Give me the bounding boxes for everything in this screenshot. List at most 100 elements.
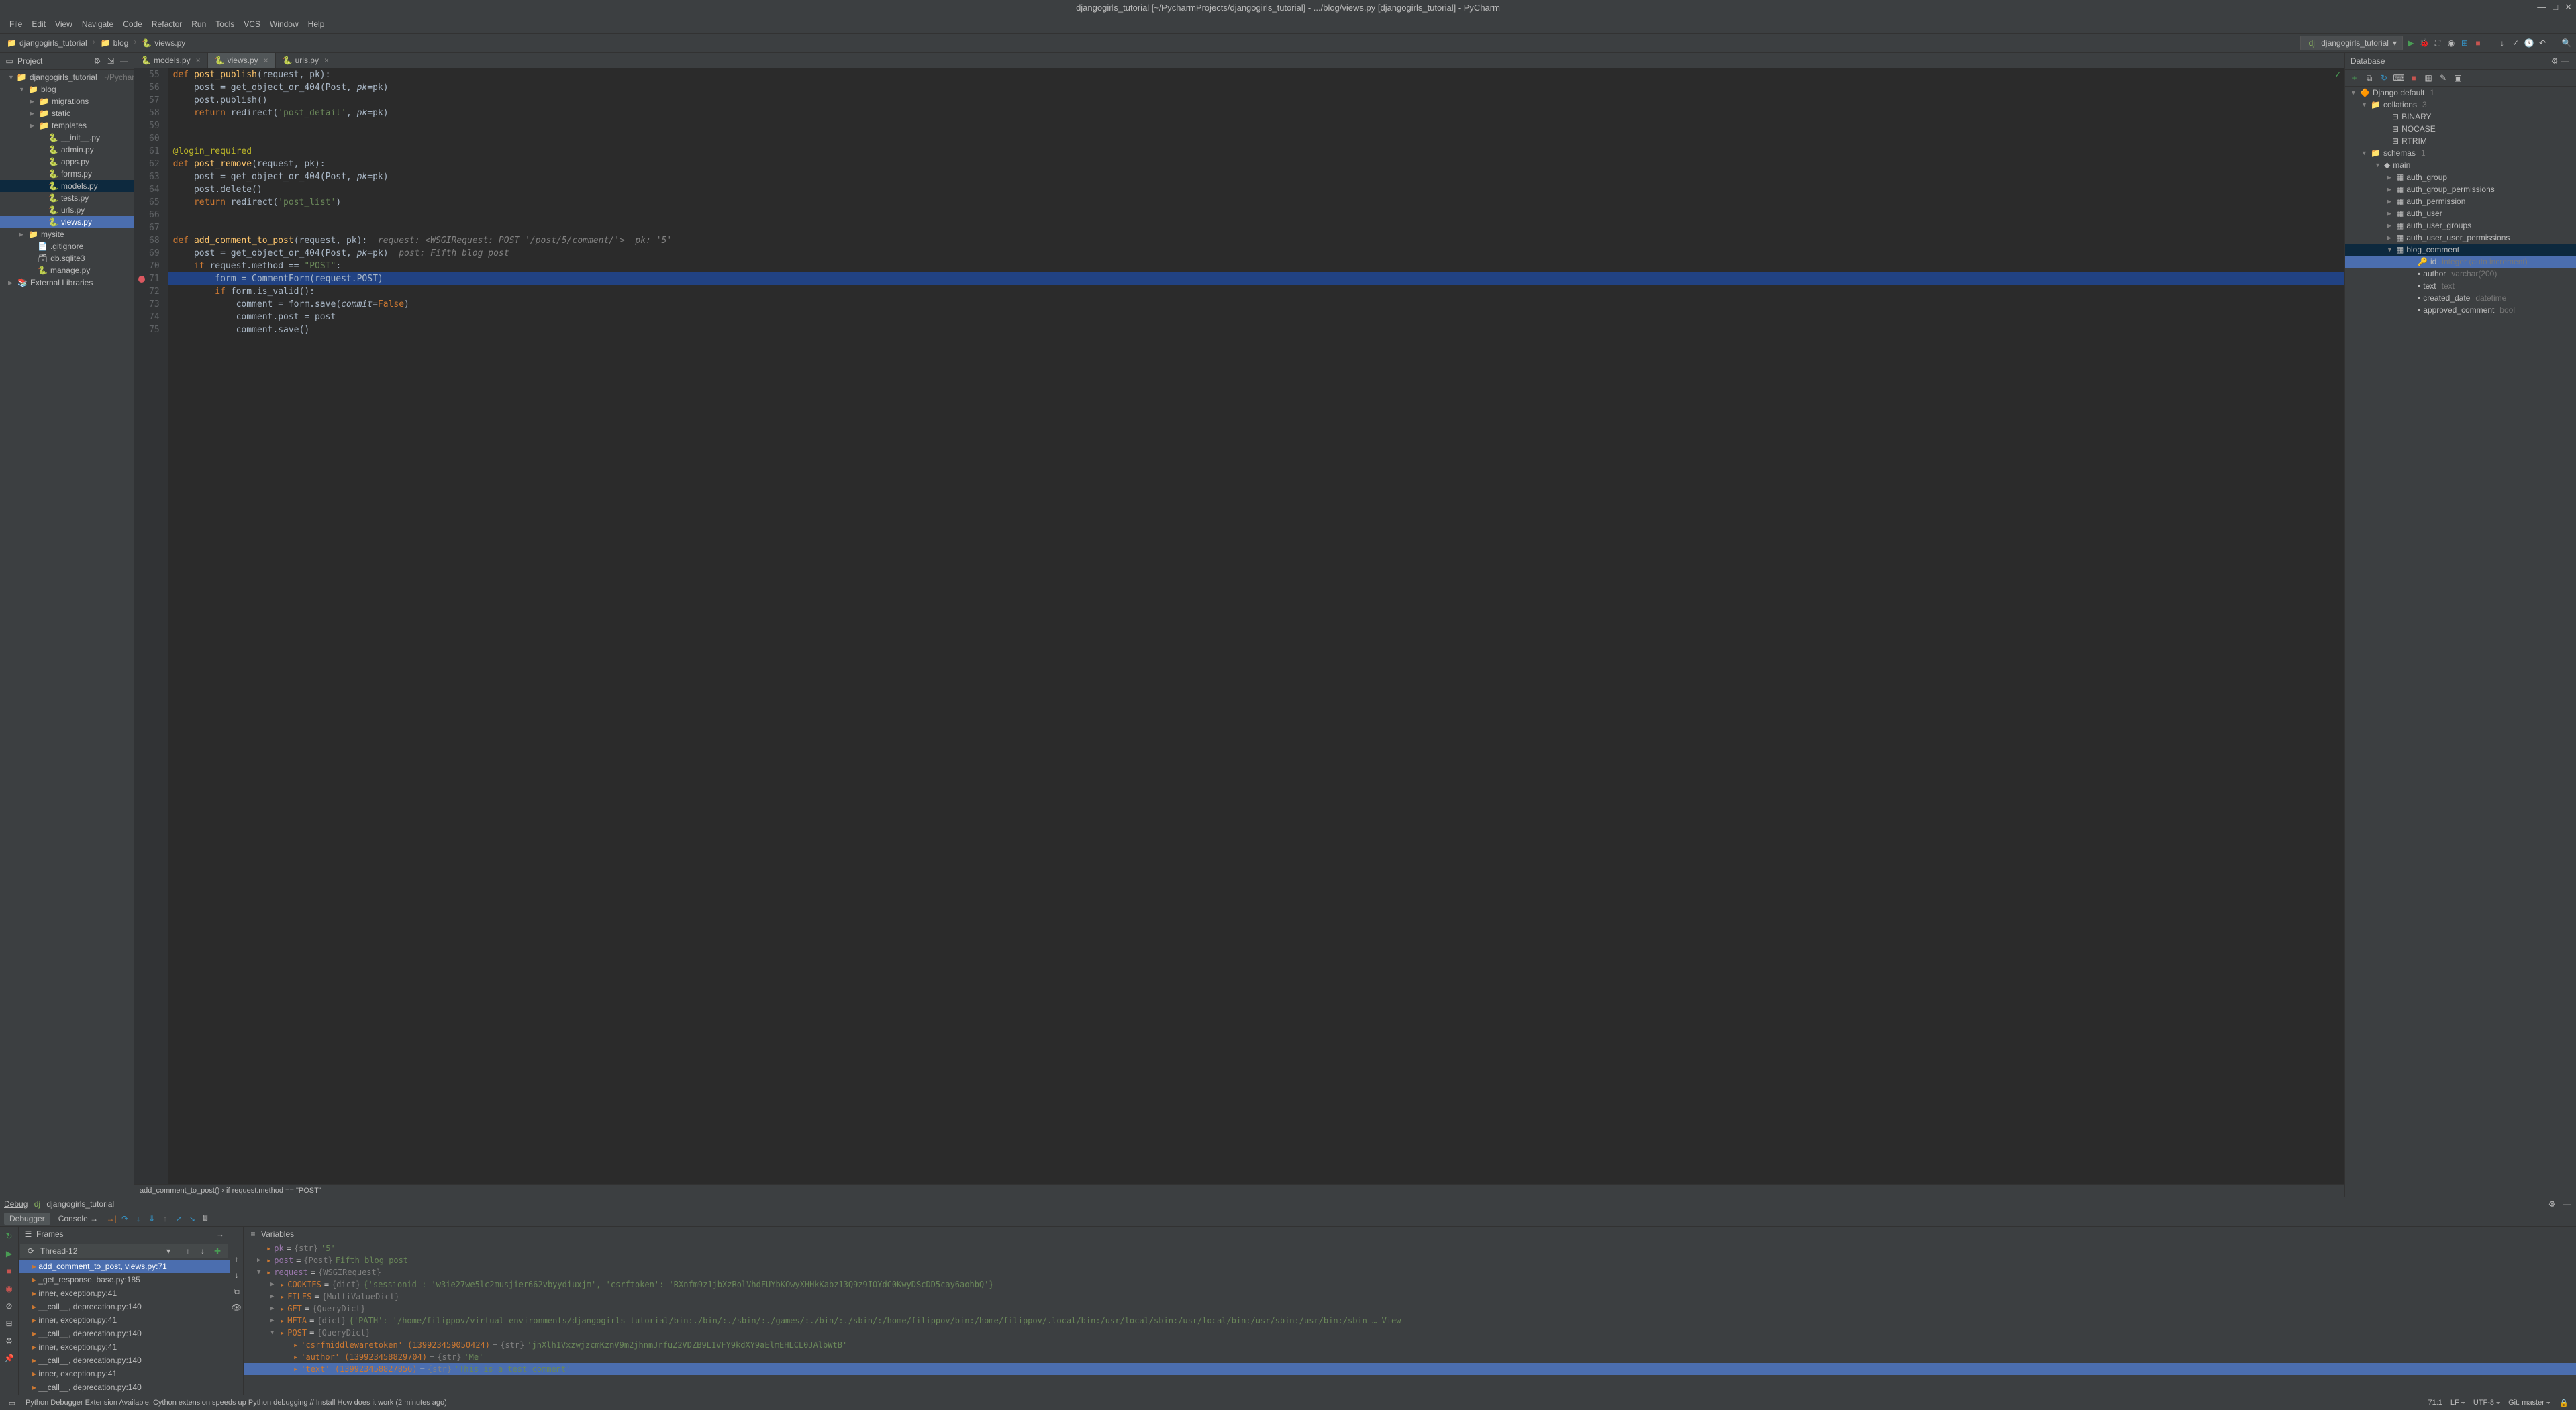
code-line[interactable]: if form.is_valid():: [168, 285, 2344, 298]
db-tree-row[interactable]: 🔑idinteger (auto increment): [2345, 256, 2576, 268]
tree-arrow-icon[interactable]: ▶: [270, 1305, 277, 1312]
gear-icon[interactable]: ⚙: [2546, 1199, 2557, 1209]
frame-row[interactable]: ▸ add_comment_to_post, views.py:71: [19, 1260, 230, 1273]
line-number[interactable]: 70: [138, 260, 160, 272]
menu-item-vcs[interactable]: VCS: [240, 18, 264, 30]
tree-row[interactable]: 🐍models.py: [0, 180, 134, 192]
var-row[interactable]: ▸ 'author' (139923458829704) = {str} 'Me…: [244, 1351, 2576, 1363]
tree-row[interactable]: 🐍tests.py: [0, 192, 134, 204]
update-icon[interactable]: ↓: [2497, 38, 2508, 48]
debugger-tab[interactable]: Debugger: [4, 1213, 50, 1225]
menu-item-window[interactable]: Window: [266, 18, 303, 30]
db-tree-row[interactable]: ⊟RTRIM: [2345, 135, 2576, 147]
thread-selector[interactable]: ⟳ Thread-12 ▾ ↑ ↓ ✚: [20, 1244, 228, 1258]
code-line[interactable]: if request.method == "POST":: [168, 260, 2344, 272]
profile-icon[interactable]: ◉: [2446, 38, 2457, 48]
tree-row[interactable]: 🐍forms.py: [0, 168, 134, 180]
lock-icon[interactable]: 🔒: [2559, 1397, 2569, 1408]
code-line[interactable]: post = get_object_or_404(Post, pk=pk) po…: [168, 247, 2344, 260]
search-icon[interactable]: 🔍: [2561, 38, 2572, 48]
tree-row[interactable]: 🐍views.py: [0, 216, 134, 228]
encoding[interactable]: UTF-8 ÷: [2473, 1399, 2500, 1407]
breakpoint-icon[interactable]: [138, 276, 145, 283]
tree-arrow-icon[interactable]: ▶: [2387, 234, 2393, 242]
menu-item-run[interactable]: Run: [187, 18, 210, 30]
coverage-icon[interactable]: ⛶: [2432, 38, 2443, 48]
gutter[interactable]: 5556575859606162636465666768697071727374…: [134, 68, 168, 1184]
db-tree-row[interactable]: ▶▦auth_user_user_permissions: [2345, 232, 2576, 244]
step-over-icon[interactable]: ↷: [119, 1213, 130, 1224]
run-config-selector[interactable]: dj djangogirls_tutorial ▾: [2300, 36, 2403, 50]
menu-item-view[interactable]: View: [51, 18, 77, 30]
tree-arrow-icon[interactable]: ▶: [30, 122, 36, 130]
rerun-icon[interactable]: ↻: [4, 1231, 15, 1242]
frame-list[interactable]: ▸ add_comment_to_post, views.py:71▸ _get…: [19, 1260, 230, 1395]
frame-row[interactable]: ▸ __call__, deprecation.py:140: [19, 1380, 230, 1394]
db-tree-row[interactable]: ⊟NOCASE: [2345, 123, 2576, 135]
down-icon[interactable]: ↓: [232, 1270, 242, 1280]
settings-icon[interactable]: ⚙: [4, 1336, 15, 1346]
breadcrumb-item[interactable]: 🐍views.py: [139, 37, 188, 49]
tree-row[interactable]: 🐍admin.py: [0, 144, 134, 156]
code-line[interactable]: comment.save(): [168, 323, 2344, 336]
editor-tab[interactable]: 🐍models.py×: [134, 53, 208, 68]
tree-arrow-icon[interactable]: ▼: [2350, 89, 2357, 96]
line-number[interactable]: 64: [138, 183, 160, 196]
db-tree-row[interactable]: ▶▦auth_user_groups: [2345, 219, 2576, 232]
hide-icon[interactable]: →: [215, 1229, 226, 1240]
tree-arrow-icon[interactable]: ▼: [8, 74, 14, 81]
code-line[interactable]: post = get_object_or_404(Post, pk=pk): [168, 81, 2344, 94]
var-row[interactable]: ▶▸ GET = {QueryDict}: [244, 1303, 2576, 1315]
tree-row[interactable]: ▼📁blog: [0, 83, 134, 95]
tree-arrow-icon[interactable]: ▶: [2387, 210, 2393, 217]
code-line[interactable]: [168, 132, 2344, 145]
editor-tab[interactable]: 🐍views.py×: [208, 53, 276, 68]
database-tree[interactable]: ▼🔶Django default1▼📁collations3⊟BINARY⊟NO…: [2345, 87, 2576, 1197]
debug-icon[interactable]: 🐞: [2419, 38, 2430, 48]
line-number[interactable]: 74: [138, 311, 160, 323]
tree-row[interactable]: 🐍__init__.py: [0, 132, 134, 144]
tree-row[interactable]: 📄.gitignore: [0, 240, 134, 252]
watch-icon[interactable]: 👁: [232, 1302, 242, 1313]
frame-row[interactable]: ▸ __call__, deprecation.py:140: [19, 1354, 230, 1367]
db-tree-row[interactable]: ▪authorvarchar(200): [2345, 268, 2576, 280]
code-line[interactable]: post.publish(): [168, 94, 2344, 107]
restore-layout-icon[interactable]: ⊞: [4, 1318, 15, 1329]
tree-row[interactable]: ▶📁mysite: [0, 228, 134, 240]
db-tree-row[interactable]: ⊟BINARY: [2345, 111, 2576, 123]
menu-item-refactor[interactable]: Refactor: [148, 18, 186, 30]
tree-row[interactable]: 🐍urls.py: [0, 204, 134, 216]
frame-row[interactable]: ▸ __call__, deprecation.py:140: [19, 1300, 230, 1313]
tree-arrow-icon[interactable]: ▼: [257, 1269, 264, 1276]
table-icon[interactable]: ▦: [2423, 72, 2434, 83]
concurrency-icon[interactable]: ⊞: [2459, 38, 2470, 48]
db-tree-row[interactable]: ▼📁schemas1: [2345, 147, 2576, 159]
close-tab-icon[interactable]: ×: [196, 56, 201, 65]
code-line[interactable]: form = CommentForm(request.POST): [168, 272, 2344, 285]
tree-row[interactable]: ▶📚External Libraries: [0, 276, 134, 289]
frame-row[interactable]: ▸ inner, exception.py:41: [19, 1340, 230, 1354]
mute-bp-icon[interactable]: ⊘: [4, 1301, 15, 1311]
editor-tab[interactable]: 🐍urls.py×: [276, 53, 336, 68]
frame-row[interactable]: ▸ __call__, deprecation.py:140: [19, 1327, 230, 1340]
var-row[interactable]: ▶▸ COOKIES = {dict} {'sessionid': 'w3ie2…: [244, 1278, 2576, 1291]
console-tab[interactable]: Console →: [53, 1213, 103, 1225]
breadcrumb-item[interactable]: 📁blog: [98, 37, 132, 49]
frame-row[interactable]: ▸ inner, exception.py:41: [19, 1287, 230, 1300]
add-icon[interactable]: +: [2349, 72, 2360, 83]
code-line[interactable]: @login_required: [168, 145, 2344, 158]
gear-icon[interactable]: ⚙: [2549, 56, 2560, 66]
cursor-position[interactable]: 71:1: [2428, 1399, 2442, 1407]
tree-arrow-icon[interactable]: ▶: [19, 231, 26, 238]
tree-row[interactable]: 🗃db.sqlite3: [0, 252, 134, 264]
line-number[interactable]: 66: [138, 209, 160, 221]
code-line[interactable]: def post_publish(request, pk):: [168, 68, 2344, 81]
tree-arrow-icon[interactable]: ▼: [270, 1329, 277, 1336]
tree-arrow-icon[interactable]: ▶: [257, 1257, 264, 1264]
history-icon[interactable]: 🕓: [2524, 38, 2534, 48]
code-line[interactable]: return redirect('post_list'): [168, 196, 2344, 209]
tree-row[interactable]: ▶📁migrations: [0, 95, 134, 107]
menu-item-file[interactable]: File: [5, 18, 26, 30]
minimize-icon[interactable]: —: [2537, 2, 2546, 13]
code-line[interactable]: post = get_object_or_404(Post, pk=pk): [168, 170, 2344, 183]
